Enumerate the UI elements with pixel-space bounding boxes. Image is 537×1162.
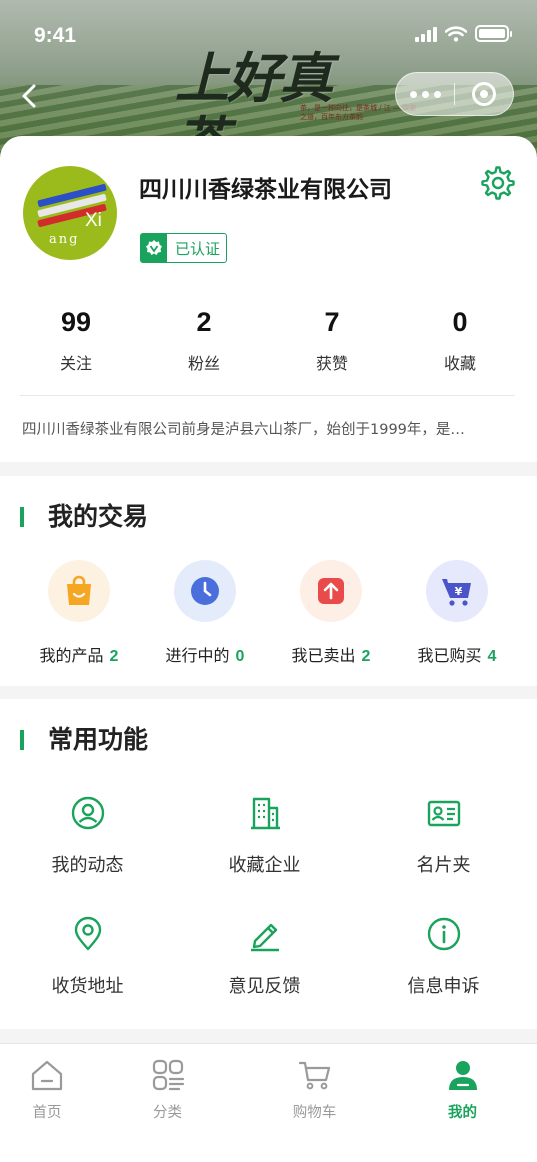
pencil-icon — [250, 923, 279, 952]
trade-count: 4 — [487, 648, 497, 665]
user-circle-icon — [71, 796, 104, 830]
avatar-logo-text: Xi — [85, 210, 102, 231]
trade-icon-circle — [48, 560, 110, 622]
divider — [20, 395, 515, 396]
shopping-bag-icon — [67, 575, 91, 605]
trade-label: 我的产品 — [39, 646, 104, 665]
gear-icon — [481, 166, 515, 200]
trade-item-in-progress[interactable]: 进行中的 0 — [142, 560, 268, 666]
section-title: 常用功能 — [20, 725, 148, 755]
contact-card-icon — [427, 800, 460, 827]
function-shipping-address[interactable]: 收货地址 — [0, 916, 175, 1037]
category-icon — [152, 1059, 184, 1091]
verified-badge: 已认证 — [140, 233, 228, 263]
back-button[interactable] — [16, 78, 48, 114]
status-time: 9:41 — [34, 24, 77, 47]
profile-icon — [448, 1061, 477, 1090]
my-trades-section: 我的交易 我的产品 2 进行中的 0 我已卖出 2 ¥ 我已购买 4 — [0, 476, 537, 686]
function-appeal[interactable]: 信息申诉 — [354, 916, 533, 1037]
function-favorite-companies[interactable]: 收藏企业 — [175, 795, 354, 916]
stat-label: 获赞 — [315, 354, 348, 373]
profile-card: Xi ang 四川川香绿茶业有限公司 已认证 99 关注 2 粉丝 7 获赞 0… — [0, 136, 537, 462]
close-mini-program-button[interactable] — [455, 82, 513, 106]
tab-category[interactable]: 分类 — [94, 1044, 241, 1162]
tab-home[interactable]: 首页 — [0, 1044, 94, 1162]
tab-label: 我的 — [448, 1105, 477, 1121]
mini-program-capsule — [395, 72, 514, 116]
profile-stats: 99 关注 2 粉丝 7 获赞 0 收藏 — [0, 304, 537, 374]
status-icons — [415, 25, 512, 42]
cellular-signal-icon — [415, 26, 437, 42]
trade-item-bought[interactable]: ¥ 我已购买 4 — [394, 560, 520, 666]
tab-mine[interactable]: 我的 — [388, 1044, 537, 1162]
status-bar: 9:41 — [0, 0, 537, 70]
more-options-button[interactable] — [396, 90, 454, 98]
trade-count: 0 — [235, 648, 245, 665]
trade-item-sold[interactable]: 我已卖出 2 — [268, 560, 394, 666]
trade-label: 我已购买 — [417, 646, 482, 665]
avatar[interactable]: Xi ang — [23, 166, 117, 260]
upload-arrow-icon — [318, 578, 344, 604]
trade-item-my-products[interactable]: 我的产品 2 — [16, 560, 142, 666]
trade-count: 2 — [361, 648, 371, 665]
battery-icon — [475, 25, 512, 42]
stat-likes[interactable]: 7 获赞 — [268, 304, 396, 374]
function-label: 我的动态 — [51, 855, 124, 876]
info-circle-icon — [427, 917, 460, 951]
home-icon — [31, 1060, 63, 1091]
function-label: 信息申诉 — [407, 976, 480, 997]
stat-label: 关注 — [59, 354, 92, 373]
stat-value: 0 — [452, 307, 468, 337]
trade-label: 我已卖出 — [291, 646, 356, 665]
stat-favorites[interactable]: 0 收藏 — [396, 304, 524, 374]
tab-label: 分类 — [153, 1105, 182, 1121]
stat-value: 2 — [196, 307, 212, 337]
avatar-logo-subtext: ang — [49, 232, 80, 247]
svg-text:¥: ¥ — [455, 585, 463, 598]
functions-grid: 我的动态 收藏企业 名片夹 收货地址 意见反馈 信息申诉 — [0, 795, 537, 1037]
building-icon — [250, 797, 280, 830]
tab-label: 首页 — [32, 1105, 62, 1121]
section-title: 我的交易 — [20, 502, 148, 532]
trade-icon-circle — [300, 560, 362, 622]
stat-label: 粉丝 — [187, 354, 220, 373]
function-label: 名片夹 — [416, 855, 471, 876]
target-circle-icon — [472, 82, 496, 106]
verified-label: 已认证 — [175, 239, 221, 258]
tab-cart[interactable]: 购物车 — [241, 1044, 388, 1162]
tab-label: 购物车 — [292, 1105, 337, 1121]
trade-label: 进行中的 — [165, 646, 230, 665]
function-feedback[interactable]: 意见反馈 — [175, 916, 354, 1037]
trade-icon-circle — [174, 560, 236, 622]
cart-icon — [298, 1061, 330, 1090]
stat-value: 7 — [324, 307, 340, 337]
trade-icon-circle: ¥ — [426, 560, 488, 622]
trade-count: 2 — [109, 648, 119, 665]
clock-icon — [191, 577, 219, 605]
stat-followers[interactable]: 2 粉丝 — [140, 304, 268, 374]
shopping-cart-yen-icon: ¥ — [442, 579, 471, 606]
location-pin-icon — [74, 916, 101, 951]
company-name: 四川川香绿茶业有限公司 — [139, 177, 392, 203]
trade-items: 我的产品 2 进行中的 0 我已卖出 2 ¥ 我已购买 4 — [0, 560, 537, 666]
function-label: 收货地址 — [51, 976, 124, 997]
stat-following[interactable]: 99 关注 — [12, 304, 140, 374]
function-card-holder[interactable]: 名片夹 — [354, 795, 533, 916]
stat-value: 99 — [60, 307, 92, 337]
stat-label: 收藏 — [443, 354, 476, 373]
verified-icon — [141, 234, 167, 262]
chevron-left-icon — [22, 84, 36, 108]
function-label: 收藏企业 — [228, 855, 301, 876]
wifi-icon — [445, 25, 467, 42]
company-intro[interactable]: 四川川香绿茶业有限公司前身是泸县六山茶厂，始创于1999年，是… — [22, 418, 508, 439]
bottom-tab-bar: 首页 分类 购物车 我的 — [0, 1043, 537, 1162]
settings-button[interactable] — [481, 166, 515, 200]
function-my-posts[interactable]: 我的动态 — [0, 795, 175, 916]
function-label: 意见反馈 — [228, 976, 301, 997]
common-functions-section: 常用功能 我的动态 收藏企业 名片夹 收货地址 意见反馈 信息申诉 — [0, 699, 537, 1029]
